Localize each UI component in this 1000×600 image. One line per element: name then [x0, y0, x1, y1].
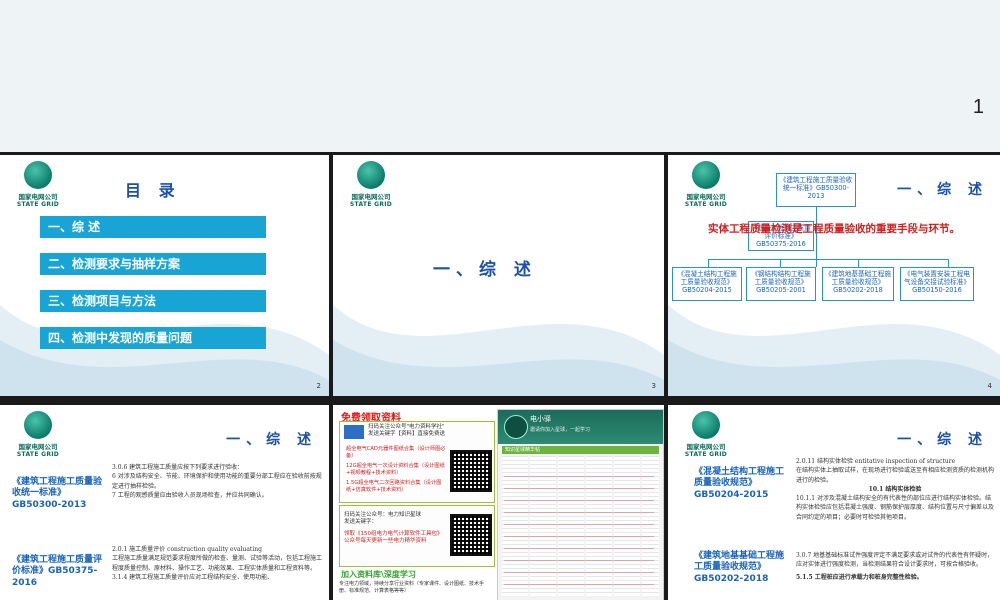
toc-item-overview[interactable]: 一、综 述: [40, 216, 266, 238]
slide-1-hero[interactable]: 1: [0, 0, 1000, 152]
slide-7-thumbnail[interactable]: 国家电网公司 STATE GRID 一、综 述 《混凝土结构工程施工质量验收规范…: [668, 405, 1000, 600]
toc-item-methods[interactable]: 三、检测项目与方法: [40, 290, 266, 312]
page-number: 3: [651, 382, 656, 390]
section-title: 一、综 述: [433, 260, 537, 280]
globe-icon: [24, 161, 52, 189]
section-title: 一、综 述: [226, 432, 317, 448]
qr-code[interactable]: [450, 514, 492, 556]
featured-bar: 知识星球精华帖: [502, 446, 659, 454]
state-grid-logo: 国家电网公司 STATE GRID: [339, 161, 403, 208]
standard-box-gb50204: 《混凝土结构工程施工质量验收规范》GB50204-2015: [672, 267, 742, 301]
standard-gb50202: 《建筑地基基础工程施工质量验收规范》GB50202-2018: [694, 551, 785, 584]
promo-box-2: 扫码关注公众号：电力知识星球 发送关键字： 领取《150组电力电气计算软件工具包…: [339, 505, 495, 567]
section-title: 一、综 述: [897, 432, 988, 448]
state-grid-logo: 国家电网公司 STATE GRID: [6, 161, 70, 208]
promo-box-1: 扫码关注公众号"电力资料学社" 发送关键字【资料】直接免费送 超全电气CAD元器…: [339, 421, 495, 503]
globe-icon: [692, 161, 720, 189]
slide-6-thumbnail[interactable]: 免费领取资料 扫码关注公众号"电力资料学社" 发送关键字【资料】直接免费送 超全…: [333, 405, 664, 600]
join-title: 加入资料库\深度学习: [341, 570, 416, 579]
section-title: 一、综 述: [897, 182, 988, 198]
connector: [708, 259, 948, 260]
connector: [816, 207, 817, 267]
standard-gb50204: 《混凝土结构工程施工质量验收规范》GB50204-2015: [694, 467, 785, 500]
slide-3-thumbnail[interactable]: 国家电网公司 STATE GRID 一、综 述 3: [333, 155, 664, 396]
state-grid-logo: 国家电网公司 STATE GRID: [674, 161, 738, 208]
standard-gb50300: 《建筑工程施工质量验收统一标准》GB50300-2013: [12, 477, 103, 510]
qr-code[interactable]: [450, 450, 492, 492]
standard-box-gb50202: 《建筑地基基础工程施工质量验收规范》GB50202-2018: [822, 267, 894, 301]
document-excerpt: 2.0.1 施工质量评价 construction quality evalua…: [112, 546, 323, 581]
knowledge-planet-screenshot: 电小驿 邀请你加入星球，一起学习 知识星球精华帖: [497, 409, 664, 600]
document-excerpt: 3.0.6 建筑工程施工质量应按下列要求进行验收： 6 对涉及结构安全、节能、环…: [112, 464, 322, 499]
page-number: 4: [987, 382, 992, 390]
page-number: 2: [316, 382, 321, 390]
standard-box-gb50205: 《钢结构结构工程施工质量验收规范》GB50205-2001: [746, 267, 816, 301]
toc-title: 目 录: [125, 181, 181, 200]
document-excerpt: 2.0.11 结构实体检验 entitative inspection of s…: [796, 458, 995, 521]
standard-gb50375: 《建筑工程施工质量评价标准》GB50375-2016: [12, 555, 103, 588]
book-icon: [344, 425, 364, 439]
avatar: [504, 415, 528, 439]
state-grid-logo: 国家电网公司 STATE GRID: [674, 411, 738, 458]
connector: [780, 259, 781, 267]
slide-4-thumbnail[interactable]: 国家电网公司 STATE GRID 一、综 述 《建筑工程施工质量验收统一标准》…: [668, 155, 1000, 396]
phone-header: 电小驿 邀请你加入星球，一起学习: [498, 410, 663, 444]
standard-box-gb50300: 《建筑工程施工质量验收统一标准》GB50300-2013: [776, 173, 856, 207]
connector: [708, 259, 709, 267]
connector: [858, 259, 859, 267]
toc-item-problems[interactable]: 四、检测中发现的质量问题: [40, 327, 266, 349]
state-grid-logo: 国家电网公司 STATE GRID: [6, 411, 70, 458]
globe-icon: [692, 411, 720, 439]
connector: [948, 259, 949, 267]
key-statement: 实体工程质量检测是工程质量验收的重要手段与环节。: [708, 223, 960, 235]
globe-icon: [24, 411, 52, 439]
gift-list: 超全电气CAD元器件图纸合集（设计师图必备） 12G超全电气一次设计资料合集（设…: [346, 446, 446, 494]
slide-5-thumbnail[interactable]: 国家电网公司 STATE GRID 一、综 述 《建筑工程施工质量验收统一标准》…: [0, 405, 329, 600]
document-excerpt: 3.0.7 地基基础标准试件强度评定不满足要求或对试件的代表性有怀疑时，应对实体…: [796, 552, 994, 581]
page-number: 1: [972, 96, 984, 118]
toc-item-requirements[interactable]: 二、检测要求与抽样方案: [40, 253, 266, 275]
join-text: 专注电力领域，持续分享行业资料（专家课件、设计图纸、技术手册、标准规范、计算表格…: [339, 581, 485, 594]
standard-box-gb50150: 《电气装置安装工程电气设备交接试验标准》GB50150-2016: [900, 267, 974, 301]
globe-icon: [357, 161, 385, 189]
slide-2-thumbnail[interactable]: 国家电网公司 STATE GRID 目 录 一、综 述 二、检测要求与抽样方案 …: [0, 155, 329, 396]
